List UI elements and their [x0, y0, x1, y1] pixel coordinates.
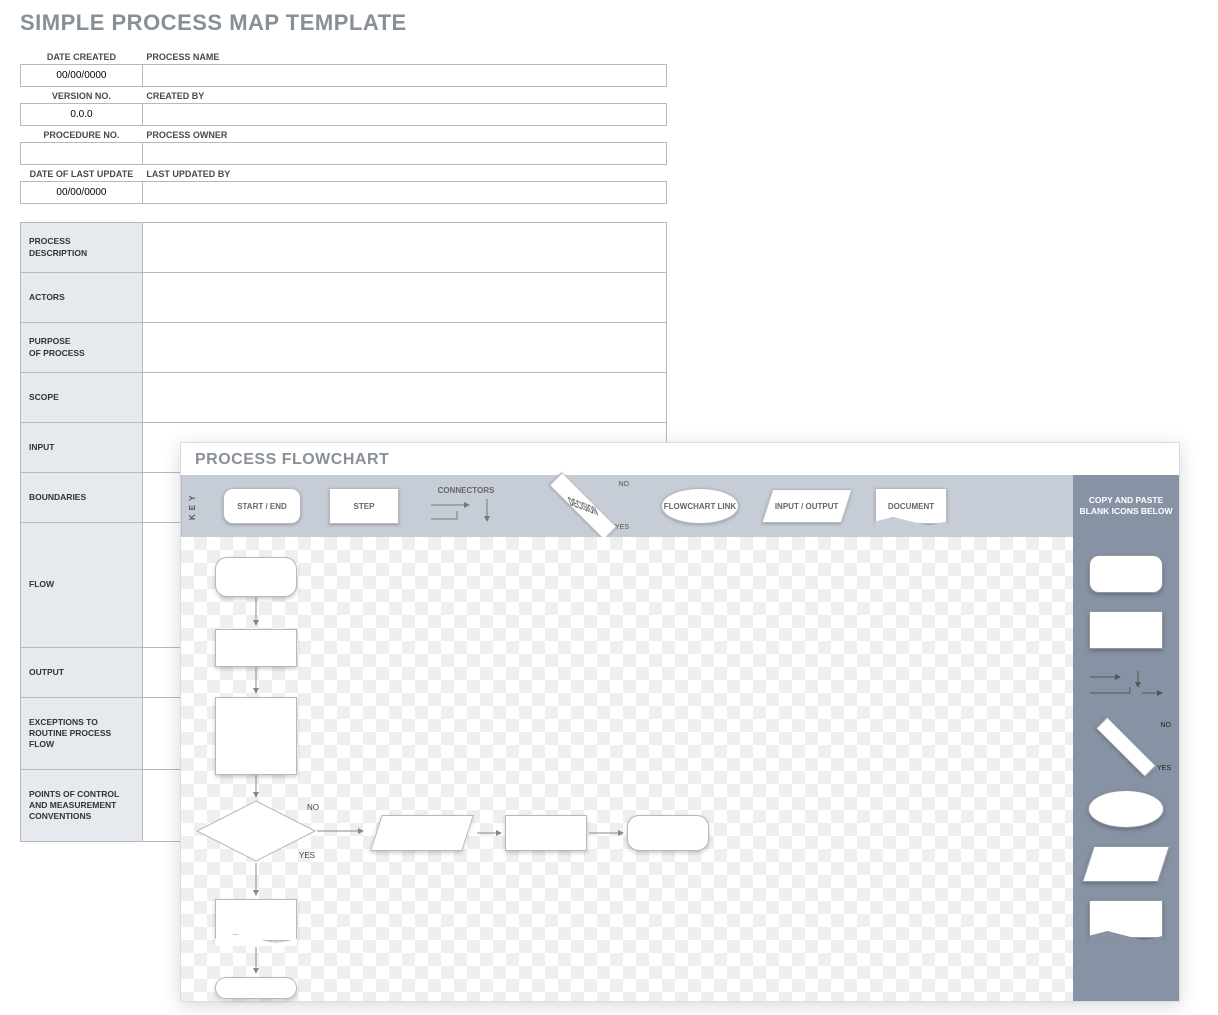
page-title: SIMPLE PROCESS MAP TEMPLATE [0, 0, 1218, 36]
legend-connectors-label: CONNECTORS [438, 486, 495, 495]
palette-decision-no: NO [1161, 722, 1172, 729]
legend-start-end: START / END [223, 488, 301, 524]
connectors-icon [427, 497, 505, 527]
meta-label-date-created: DATE CREATED [21, 48, 143, 65]
diamond-icon: DECISION [549, 472, 617, 540]
desc-label-purpose: PURPOSEOF PROCESS [21, 323, 143, 373]
meta-label-process-owner: PROCESS OWNER [142, 126, 666, 143]
legend-decision-yes: YES [615, 524, 629, 531]
desc-label-exceptions: EXCEPTIONS TOROUTINE PROCESS FLOW [21, 698, 143, 770]
input-last-update[interactable] [21, 182, 142, 203]
palette-decision[interactable]: NO YES [1081, 722, 1171, 772]
copy-paste-header: COPY AND PASTE BLANK ICONS BELOW [1073, 475, 1179, 537]
desc-value-scope[interactable] [143, 373, 667, 423]
desc-label-flow: FLOW [21, 523, 143, 648]
flowchart-panel: PROCESS FLOWCHART KEY START / END STEP C… [180, 442, 1180, 1002]
legend-flowchart-link: FLOWCHART LINK [661, 488, 739, 524]
palette-input-output[interactable] [1082, 846, 1170, 882]
palette-terminator[interactable] [1089, 555, 1163, 593]
input-version-no[interactable] [21, 104, 142, 125]
meta-label-last-update: DATE OF LAST UPDATE [21, 165, 143, 182]
input-last-updated-by[interactable] [143, 182, 666, 203]
desc-label-actors: ACTORS [21, 273, 143, 323]
legend-connectors: CONNECTORS [427, 486, 505, 527]
palette-document[interactable] [1089, 900, 1163, 938]
desc-label-boundaries: BOUNDARIES [21, 473, 143, 523]
meta-label-last-updated-by: LAST UPDATED BY [142, 165, 666, 182]
flowchart-title: PROCESS FLOWCHART [181, 443, 1179, 475]
meta-label-process-name: PROCESS NAME [142, 48, 666, 65]
input-date-created[interactable] [21, 65, 142, 86]
meta-table: DATE CREATED PROCESS NAME VERSION NO. CR… [20, 48, 667, 204]
canvas-arrows [181, 537, 1073, 1001]
legend-decision: NO DECISION YES [533, 483, 633, 529]
legend-step: STEP [329, 488, 399, 524]
key-label: KEY [181, 475, 203, 537]
input-process-owner[interactable] [143, 143, 666, 164]
desc-label-points-of-control: POINTS OF CONTROLAND MEASUREMENTCONVENTI… [21, 770, 143, 842]
legend-input-output: INPUT / OUTPUT [761, 489, 852, 523]
desc-label-output: OUTPUT [21, 648, 143, 698]
flowchart-canvas[interactable]: NO YES [181, 537, 1073, 1001]
palette-decision-yes: YES [1157, 765, 1171, 772]
palette-flowchart-link[interactable] [1088, 790, 1164, 828]
flowchart-key-bar: KEY START / END STEP CONNECTORS NO DECIS… [181, 475, 1179, 537]
desc-label-process-description: PROCESSDESCRIPTION [21, 223, 143, 273]
shape-palette: NO YES [1073, 537, 1179, 1001]
input-process-name[interactable] [143, 65, 666, 86]
input-procedure-no[interactable] [21, 143, 142, 164]
desc-value-purpose[interactable] [143, 323, 667, 373]
desc-label-scope: SCOPE [21, 373, 143, 423]
desc-value-actors[interactable] [143, 273, 667, 323]
meta-label-procedure-no: PROCEDURE NO. [21, 126, 143, 143]
meta-label-created-by: CREATED BY [142, 87, 666, 104]
legend-document: DOCUMENT [875, 488, 947, 524]
palette-step[interactable] [1089, 611, 1163, 649]
input-created-by[interactable] [143, 104, 666, 125]
meta-label-version-no: VERSION NO. [21, 87, 143, 104]
palette-connectors[interactable] [1086, 667, 1166, 704]
desc-value-process-description[interactable] [143, 223, 667, 273]
desc-label-input: INPUT [21, 423, 143, 473]
legend-decision-no: NO [619, 481, 630, 488]
